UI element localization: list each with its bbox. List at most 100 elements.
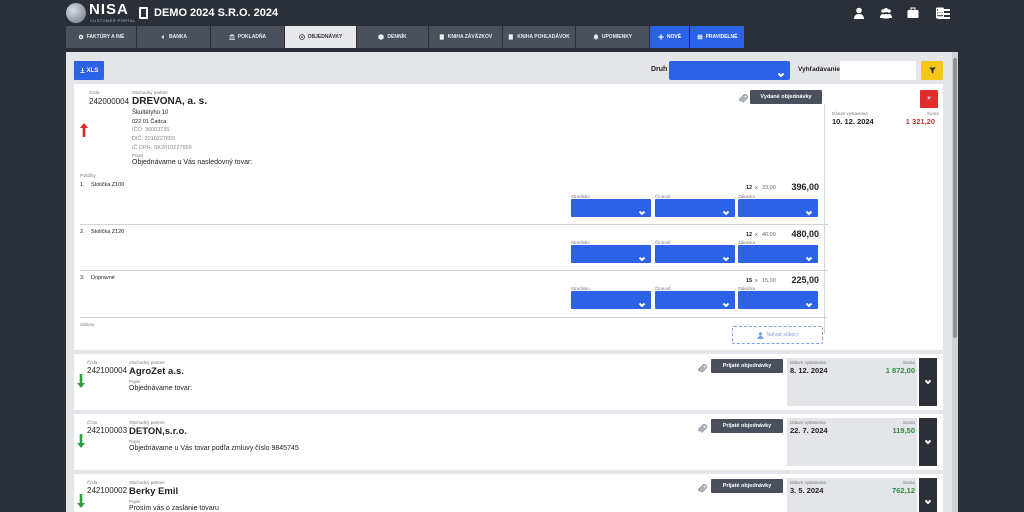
paperclip-icon[interactable]: [738, 91, 748, 103]
tab-label: UPOMIENKY: [601, 34, 633, 40]
items-label: Položky: [80, 173, 96, 178]
scrollbar-thumb[interactable]: [953, 58, 957, 338]
order-card[interactable]: Číslo 242100003 Obchodný partner DETON,s…: [74, 414, 943, 470]
order-type-button[interactable]: Vydané objednávky: [750, 90, 822, 104]
arrow-down-icon: [77, 434, 85, 448]
expand-order-button[interactable]: [919, 358, 937, 406]
stredisko-select[interactable]: [571, 199, 651, 217]
upload-files-button[interactable]: Nahrať súbory: [732, 326, 823, 344]
druh-select[interactable]: [669, 61, 790, 80]
paperclip-icon[interactable]: [697, 421, 707, 433]
vertical-scrollbar[interactable]: [952, 52, 958, 512]
filter-button[interactable]: [921, 61, 943, 80]
partner-name[interactable]: AgroZet a.s.: [129, 366, 184, 377]
order-card[interactable]: Číslo 242100004 Obchodný partner AgroZet…: [74, 354, 943, 410]
order-sum: 119,50: [892, 426, 915, 435]
tab-kniha-zavazkov[interactable]: KNIHA ZÁVÄZKOV: [429, 26, 502, 48]
logo-mark-icon: [66, 3, 86, 23]
sum-label: Suma: [903, 480, 915, 485]
tab-dennik[interactable]: DENNÍK: [357, 26, 428, 48]
tab-label: FAKTÚRY A INÉ: [86, 34, 125, 40]
export-xls-button[interactable]: XLS: [74, 61, 104, 80]
partner-address-street: Škultétyho 10: [132, 110, 169, 116]
expand-order-button[interactable]: [919, 418, 937, 466]
item-name[interactable]: Stolička Z100: [91, 182, 124, 188]
tab-pokladna[interactable]: POKLADŇA: [211, 26, 284, 48]
tab-nove[interactable]: NOVÉ: [650, 26, 689, 48]
logo-subtitle: CUSTOMER PORTAL: [90, 18, 136, 23]
zakazka-select[interactable]: [738, 291, 818, 309]
arrow-up-icon: [80, 123, 88, 137]
order-description: Objednávame u Vás nasledovný tovar:: [132, 159, 253, 166]
stredisko-select[interactable]: [571, 291, 651, 309]
sum-label: Suma: [903, 420, 915, 425]
clock-icon: [298, 34, 305, 40]
cinnost-select[interactable]: [655, 199, 735, 217]
company-name[interactable]: DEMO 2024 S.R.O. 2024: [154, 7, 278, 19]
order-date: 3. 5. 2024: [790, 486, 824, 495]
search-label: Vyhľadávanie: [798, 66, 841, 73]
order-number[interactable]: 242000004: [89, 97, 129, 106]
tab-faktury[interactable]: FAKTÚRY A INÉ: [66, 26, 136, 48]
tab-kniha-pohladavok[interactable]: KNIHA POHĽADÁVOK: [503, 26, 575, 48]
cinnost-select[interactable]: [655, 291, 735, 309]
partner-label: Obchodný partner: [132, 90, 169, 95]
description-label: Popis: [132, 153, 144, 158]
expand-order-button[interactable]: [919, 478, 937, 512]
partner-dic: DIČ: 2010227659: [132, 136, 176, 142]
users-icon[interactable]: [880, 7, 892, 19]
partner-name[interactable]: Berky Emil: [129, 486, 178, 497]
briefcase-icon[interactable]: [907, 7, 919, 19]
partner-name[interactable]: DETON,s.r.o.: [129, 426, 187, 437]
tab-label: KNIHA ZÁVÄZKOV: [447, 34, 493, 40]
item-name[interactable]: Stolička Z120: [91, 229, 124, 235]
zakazka-select[interactable]: [738, 245, 818, 263]
order-type-button[interactable]: Prijaté objednávky: [711, 359, 783, 373]
item-times: x: [755, 185, 758, 191]
row-divider: [80, 317, 828, 318]
tab-label: OBJEDNÁVKY: [307, 34, 343, 40]
description-label: Popis: [129, 379, 141, 384]
chevron-down-icon: [924, 439, 932, 445]
item-total: 225,00: [791, 275, 819, 285]
tab-banka[interactable]: BANKA: [137, 26, 210, 48]
close-order-button[interactable]: ×: [920, 90, 938, 108]
partner-label: Obchodný partner: [129, 480, 166, 485]
number-label: Číslo: [87, 420, 98, 425]
order-number[interactable]: 242100002: [87, 486, 127, 495]
stredisko-select[interactable]: [571, 245, 651, 263]
order-number[interactable]: 242100004: [87, 366, 127, 375]
zakazka-select[interactable]: [738, 199, 818, 217]
order-date: 8. 12. 2024: [790, 366, 828, 375]
date-label: Dátum vystavenia: [832, 111, 868, 116]
order-card-expanded[interactable]: Číslo 242000004 Obchodný partner DREVONA…: [74, 84, 943, 350]
partner-label: Obchodný partner: [129, 360, 166, 365]
date-label: Dátum vystavenia: [790, 480, 826, 485]
hamburger-menu-icon[interactable]: [938, 7, 950, 19]
chevron-down-icon: [805, 250, 813, 262]
tab-objednavky[interactable]: OBJEDNÁVKY: [285, 26, 356, 48]
tab-label: NOVÉ: [666, 34, 682, 40]
logo[interactable]: NISA CUSTOMER PORTAL: [66, 1, 135, 25]
partner-name[interactable]: DREVONA, a. s.: [132, 96, 207, 107]
sum-label: Suma: [927, 111, 939, 116]
tab-pravidelne[interactable]: PRAVIDELNÉ: [690, 26, 744, 48]
order-number[interactable]: 242100003: [87, 426, 127, 435]
user-icon[interactable]: [853, 7, 865, 19]
item-name[interactable]: Dopravné: [91, 275, 115, 281]
order-type-button[interactable]: Prijaté objednávky: [711, 479, 783, 493]
date-label: Dátum vystavenia: [790, 420, 826, 425]
cinnost-select[interactable]: [655, 245, 735, 263]
order-card[interactable]: Číslo 242100002 Obchodný partner Berky E…: [74, 474, 943, 512]
order-date: 10. 12. 2024: [832, 117, 874, 126]
column-divider: [824, 104, 825, 334]
upload-label: Nahrať súbory: [766, 332, 799, 338]
chevron-down-icon: [638, 250, 646, 262]
paperclip-icon[interactable]: [697, 481, 707, 493]
paperclip-icon[interactable]: [697, 361, 707, 373]
tab-upomienky[interactable]: UPOMIENKY: [576, 26, 649, 48]
row-divider: [80, 270, 828, 271]
number-label: Číslo: [87, 480, 98, 485]
order-type-button[interactable]: Prijaté objednávky: [711, 419, 783, 433]
search-input[interactable]: [840, 61, 916, 80]
